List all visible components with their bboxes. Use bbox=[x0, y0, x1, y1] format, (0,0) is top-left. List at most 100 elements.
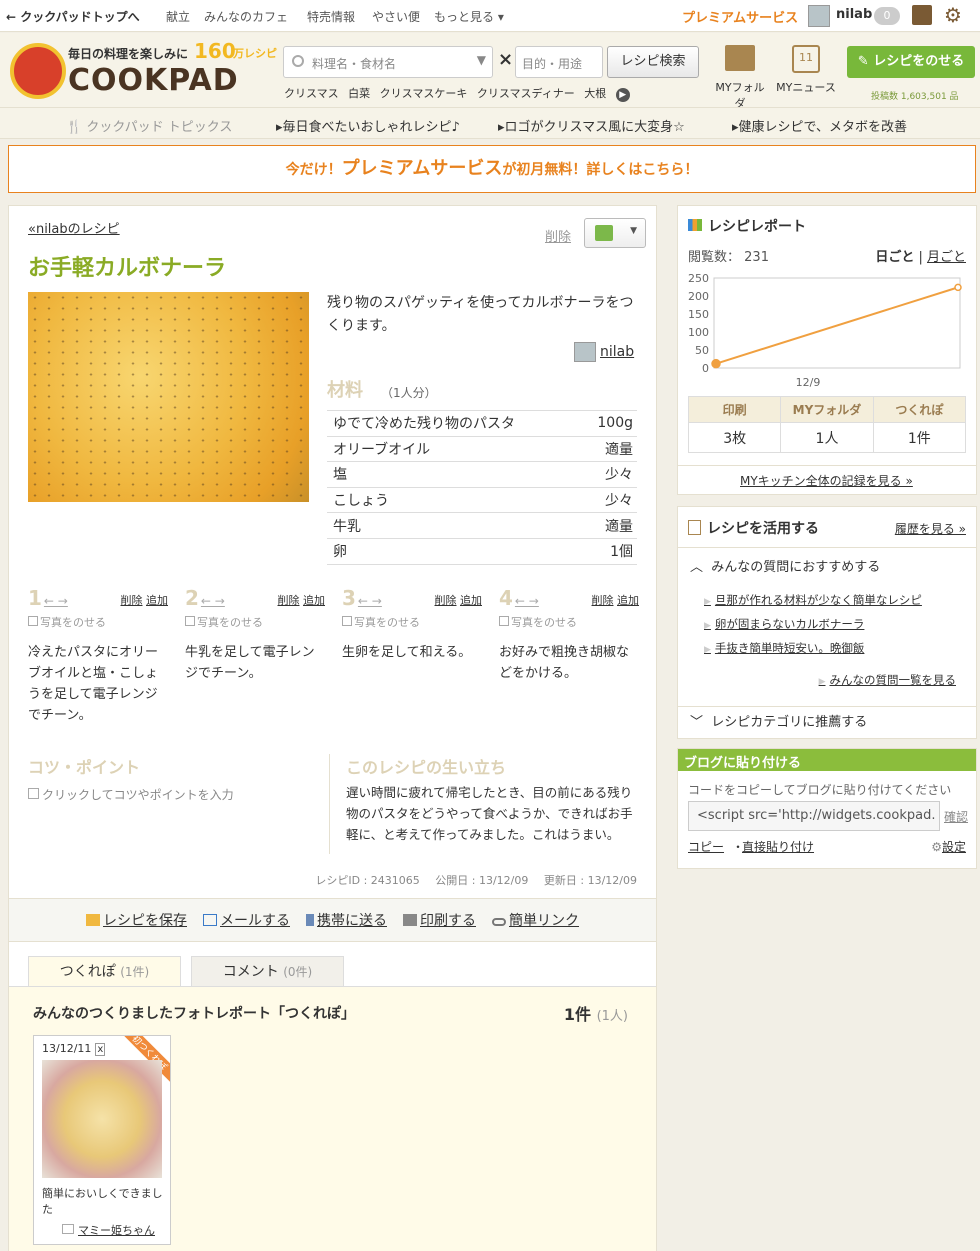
my-folder-button[interactable]: MYフォルダ bbox=[710, 45, 770, 111]
blog-code-field[interactable]: <script src='http://widgets.cookpad. bbox=[688, 801, 940, 831]
move-arrows[interactable]: ← → bbox=[44, 594, 68, 608]
move-arrows[interactable]: ← → bbox=[358, 594, 382, 608]
purpose-input[interactable]: 目的・用途 bbox=[515, 46, 603, 78]
step-delete-link[interactable]: 削除 bbox=[278, 594, 300, 607]
step-add-link[interactable]: 追加 bbox=[460, 594, 482, 607]
move-arrows[interactable]: ← → bbox=[201, 594, 225, 608]
tsukurepo-user-link[interactable]: マミー姫ちゃん bbox=[62, 1222, 155, 1238]
step-ops: 削除 追加 bbox=[278, 592, 326, 608]
user-name: マミー姫ちゃん bbox=[78, 1224, 155, 1237]
keyword-link[interactable]: クリスマスケーキ bbox=[380, 87, 468, 100]
topics-bar: 🍴 クックパッド トピックス ▸毎日食べたいおしゃれレシピ♪ ▸ロゴがクリスマス… bbox=[0, 107, 980, 139]
views-value: 231 bbox=[744, 250, 769, 265]
views-chart: 0 50 100 150 200 250 12/9 bbox=[688, 272, 962, 389]
topic-link[interactable]: ▸毎日食べたいおしゃれレシピ♪ bbox=[276, 116, 460, 135]
step-photo-link[interactable]: 写真をのせる bbox=[342, 614, 482, 630]
step-delete-link[interactable]: 削除 bbox=[435, 594, 457, 607]
ingredient-row: こしょう 少々 bbox=[327, 488, 637, 514]
step-text: 牛乳を足して電子レンジでチーン。 bbox=[185, 645, 315, 681]
premium-banner[interactable]: 今だけ！プレミアムサービスが初月無料！詳しくはこちら！ bbox=[8, 145, 976, 193]
question-link[interactable]: 旦那が作れる材料が少なく簡単なレシピ bbox=[704, 592, 922, 608]
nav-link-vegetable[interactable]: やさい便 bbox=[372, 8, 420, 25]
print-link[interactable]: 印刷する bbox=[403, 910, 476, 930]
my-kitchen-records-link[interactable]: MYキッチン全体の記録を見る » bbox=[740, 472, 913, 489]
step-add-link[interactable]: 追加 bbox=[303, 594, 325, 607]
period-monthly[interactable]: 月ごと bbox=[927, 250, 966, 265]
step-photo-link[interactable]: 写真をのせる bbox=[499, 614, 639, 630]
author-link[interactable]: nilab bbox=[574, 342, 634, 362]
step-delete-link[interactable]: 削除 bbox=[592, 594, 614, 607]
keyword-link[interactable]: 大根 bbox=[584, 87, 606, 100]
action-label: 携帯に送る bbox=[317, 913, 387, 929]
search-input[interactable]: 料理名・食材名 ▼ bbox=[283, 46, 493, 78]
stats-value: 3枚 bbox=[687, 422, 782, 453]
tsukurepo-photo[interactable] bbox=[42, 1060, 162, 1178]
kitchen-icon[interactable] bbox=[912, 5, 932, 25]
save-dropdown-button[interactable]: ▼ bbox=[584, 218, 646, 248]
chevron-right-icon[interactable]: ▶ bbox=[615, 88, 630, 102]
send-to-mobile-link[interactable]: 携帯に送る bbox=[306, 910, 387, 930]
nav-link-menu[interactable]: 献立 bbox=[166, 8, 190, 25]
nav-link-more[interactable]: もっと見る ▾ bbox=[434, 8, 504, 25]
chevron-down-icon[interactable]: ▼ bbox=[630, 226, 637, 236]
step-text: 冷えたパスタにオリーブオイルと塩・こしょうを足して電子レンジでチーン。 bbox=[28, 645, 159, 723]
step-delete-link[interactable]: 削除 bbox=[121, 594, 143, 607]
logo[interactable]: COOKPAD bbox=[68, 63, 239, 98]
tips-input[interactable]: クリックしてコツやポイントを入力 bbox=[28, 786, 234, 803]
topics-title-label: クックパッド トピックス bbox=[86, 120, 233, 135]
category-accordion[interactable]: ﹀ レシピカテゴリに推薦する bbox=[678, 706, 976, 734]
blog-direct-paste-link[interactable]: 直接貼り付け bbox=[742, 838, 814, 855]
keyword-link[interactable]: 白菜 bbox=[348, 87, 370, 100]
username[interactable]: nilab bbox=[836, 7, 872, 22]
step-ops: 削除 追加 bbox=[592, 592, 640, 608]
avatar[interactable] bbox=[808, 5, 830, 27]
blog-confirm-link[interactable]: 確認 bbox=[944, 808, 968, 825]
period-daily[interactable]: 日ごと bbox=[875, 250, 914, 265]
blog-title: ブログに貼り付ける bbox=[678, 749, 976, 771]
tsukurepo-card[interactable]: 13/12/11 x 初つくれぽ 簡単においしくできました マミー姫ちゃん bbox=[33, 1035, 171, 1245]
date-value: 13/12/11 bbox=[42, 1042, 92, 1055]
step-add-link[interactable]: 追加 bbox=[146, 594, 168, 607]
chevron-down-icon[interactable]: ▼ bbox=[477, 53, 486, 67]
step-number: 4 bbox=[499, 586, 513, 610]
all-questions-link[interactable]: みんなの質問一覧を見る bbox=[819, 672, 957, 688]
step-add-link[interactable]: 追加 bbox=[617, 594, 639, 607]
tab-comment[interactable]: コメント (0件) bbox=[191, 956, 344, 987]
tab-tsukurepo[interactable]: つくれぽ (1件) bbox=[28, 956, 181, 987]
post-recipe-button[interactable]: ✎ レシピをのせる bbox=[847, 46, 975, 78]
topic-link[interactable]: ▸健康レシピで、メタボを改善 bbox=[732, 116, 907, 135]
blog-settings-link[interactable]: ⚙設定 bbox=[931, 838, 966, 855]
keyword-link[interactable]: クリスマス bbox=[284, 87, 339, 100]
ingredient-qty: 適量 bbox=[605, 518, 633, 535]
step-photo-link[interactable]: 写真をのせる bbox=[185, 614, 325, 630]
my-news-button[interactable]: 11 MYニュース bbox=[776, 45, 836, 95]
home-link[interactable]: ← クックパッドトップへ bbox=[6, 8, 140, 25]
delete-recipe-link[interactable]: 削除 bbox=[545, 226, 571, 245]
history-link[interactable]: 履歴を見る » bbox=[895, 520, 966, 537]
nav-link-sale[interactable]: 特売情報 bbox=[307, 8, 355, 25]
topic-label: ロゴがクリスマス風に大変身☆ bbox=[504, 120, 685, 135]
short-link[interactable]: 簡単リンク bbox=[492, 910, 579, 930]
close-icon[interactable]: x bbox=[95, 1043, 106, 1056]
notification-badge[interactable]: 0 bbox=[874, 7, 900, 25]
question-link[interactable]: 手抜き簡単時短安い。晩御飯 bbox=[704, 640, 865, 656]
blog-copy-link[interactable]: コピー bbox=[688, 838, 724, 855]
search-button[interactable]: レシピ検索 bbox=[607, 46, 699, 78]
back-to-user-recipes-link[interactable]: «nilabのレシピ bbox=[28, 218, 120, 237]
premium-link[interactable]: プレミアムサービス bbox=[682, 7, 798, 26]
keyword-link[interactable]: クリスマスディナー bbox=[477, 87, 575, 100]
questions-accordion[interactable]: ︿ みんなの質問におすすめする bbox=[678, 547, 976, 583]
question-link[interactable]: 卵が固まらないカルボナーラ bbox=[704, 616, 865, 632]
topic-link[interactable]: ▸ロゴがクリスマス風に大変身☆ bbox=[498, 116, 685, 135]
ingredient-row: 卵 1個 bbox=[327, 539, 637, 565]
move-arrows[interactable]: ← → bbox=[515, 594, 539, 608]
x-tick-label: 12/9 bbox=[796, 376, 821, 389]
logo-icon[interactable] bbox=[10, 43, 66, 99]
recipe-card: «nilabのレシピ 削除 ▼ お手軽カルボナーラ 残り物のスパゲッティを使って… bbox=[8, 205, 657, 898]
email-link[interactable]: メールする bbox=[203, 910, 290, 930]
nav-link-cafe[interactable]: みんなのカフェ bbox=[204, 8, 288, 25]
gear-icon[interactable]: ⚙ bbox=[944, 3, 962, 27]
step-photo-link[interactable]: 写真をのせる bbox=[28, 614, 168, 630]
ingredient-qty: 100g bbox=[597, 415, 633, 432]
save-recipe-link[interactable]: レシピを保存 bbox=[86, 910, 187, 930]
